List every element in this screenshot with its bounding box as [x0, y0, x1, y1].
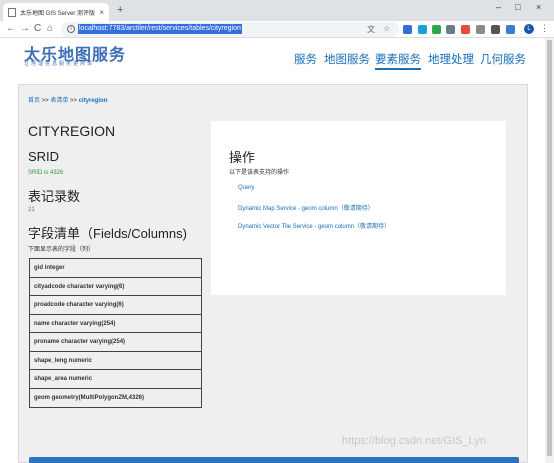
table-title: CITYREGION	[28, 123, 116, 139]
table-row: proname character varying(254)	[30, 333, 201, 352]
table-row: shape_area numeric	[30, 370, 201, 389]
footer-bar	[29, 457, 519, 463]
dynamic-map-service-label[interactable]: Dynamic Map Service - geom column	[238, 206, 338, 212]
extension-icon[interactable]	[476, 25, 485, 34]
browser-tab[interactable]: 太乐地图 GIS Server 测评版 ×	[3, 3, 109, 21]
breadcrumb-separator: >>	[68, 98, 79, 104]
forward-button[interactable]: →	[20, 22, 30, 36]
breadcrumb: 首页 >> 表清单 >> cityregion	[28, 95, 107, 104]
table-row: geom geometry(MultiPolygonZM,4326)	[34, 394, 145, 401]
query-link[interactable]: Query	[238, 185, 254, 191]
fields-note: 下面显示表的字段（列）	[28, 247, 95, 253]
close-tab-icon[interactable]: ×	[99, 8, 104, 17]
browser-tab-bar: 太乐地图 GIS Server 测评版 × + – □ ×	[0, 0, 554, 21]
extension-icon[interactable]	[432, 25, 441, 34]
fields-table: gid integer cityadcode character varying…	[29, 258, 202, 408]
site-slogan: 让地理信息服务更简单	[24, 61, 95, 67]
nav-geometry-services[interactable]: 几何服务	[480, 51, 526, 67]
table-row: proadcode character varying(6)	[30, 296, 201, 315]
profile-avatar[interactable]: L	[524, 24, 534, 34]
coming-soon-note: （敬请期待）	[354, 224, 391, 230]
breadcrumb-table-list[interactable]: 表清单	[50, 98, 68, 104]
extension-icon[interactable]	[506, 25, 515, 34]
srid-heading: SRID	[28, 149, 60, 164]
dynamic-vector-tile-service-link[interactable]: Dynamic Vector Tile Service - geom colum…	[238, 221, 390, 230]
scrollbar-thumb[interactable]	[547, 40, 552, 456]
breadcrumb-separator: >>	[40, 98, 51, 104]
operations-panel: 操作 以下是该表支持的操作 Query Dynamic Map Service …	[211, 121, 506, 295]
close-window-button[interactable]: ×	[536, 2, 541, 12]
operations-heading: 操作	[229, 150, 256, 165]
table-row: shape_leng numeric	[30, 352, 201, 370]
record-count-heading: 表记录数	[28, 189, 81, 204]
breadcrumb-home[interactable]: 首页	[28, 98, 40, 104]
bookmark-star-icon[interactable]: ☆	[383, 24, 390, 33]
extension-icon[interactable]	[446, 25, 455, 34]
extension-icon[interactable]	[491, 25, 500, 34]
watermark: https://blog.csdn.net/GIS_Lyn	[342, 435, 486, 447]
extension-icon[interactable]	[403, 25, 412, 34]
record-count-value: 21	[28, 207, 35, 213]
info-icon[interactable]: i	[67, 25, 75, 33]
dynamic-vector-tile-service-label[interactable]: Dynamic Vector Tile Service - geom colum…	[238, 224, 354, 230]
maximize-button[interactable]: □	[515, 2, 520, 12]
home-button[interactable]: ⌂	[47, 22, 53, 36]
table-row: name character varying(254)	[30, 315, 201, 333]
minimize-button[interactable]: –	[496, 2, 501, 12]
translate-icon[interactable]: 文	[367, 24, 375, 35]
reload-button[interactable]: C	[34, 22, 41, 36]
operations-description: 以下是该表支持的操作	[229, 170, 290, 176]
coming-soon-note: （敬请期待）	[337, 206, 374, 212]
extension-icon[interactable]	[461, 25, 470, 34]
nav-geoprocessing[interactable]: 地理处理	[428, 51, 474, 67]
extension-icon[interactable]	[418, 25, 427, 34]
browser-menu-icon[interactable]: ⋮	[540, 23, 549, 34]
url-text[interactable]: localhost:7783/arctiler/rest/services/ta…	[78, 24, 242, 34]
dynamic-map-service-link[interactable]: Dynamic Map Service - geom column（敬请期待）	[238, 203, 374, 212]
main-content: 首页 >> 表清单 >> cityregion CITYREGION SRID …	[18, 84, 528, 463]
address-bar[interactable]: i localhost:7783/arctiler/rest/services/…	[61, 22, 399, 37]
tab-title: 太乐地图 GIS Server 测评版	[20, 10, 96, 17]
new-tab-button[interactable]: +	[117, 3, 123, 17]
query-link-label[interactable]: Query	[238, 185, 254, 191]
table-row: cityadcode character varying(6)	[30, 278, 201, 296]
nav-map-services[interactable]: 地图服务	[324, 51, 370, 67]
page-icon	[8, 7, 16, 17]
site-header: 太乐地图服务 让地理信息服务更简单 服务 地图服务 要素服务 地理处理 几何服务	[0, 38, 554, 78]
fields-heading: 字段清单（Fields/Columns)	[28, 226, 187, 241]
breadcrumb-current: cityregion	[78, 98, 108, 104]
srid-value: SRID is 4326	[28, 170, 64, 176]
nav-feature-services[interactable]: 要素服务	[375, 51, 421, 70]
table-row: gid integer	[30, 259, 201, 278]
back-button[interactable]: ←	[6, 22, 16, 36]
nav-services[interactable]: 服务	[294, 51, 317, 67]
browser-toolbar: ← → C ⌂ i localhost:7783/arctiler/rest/s…	[0, 21, 554, 38]
